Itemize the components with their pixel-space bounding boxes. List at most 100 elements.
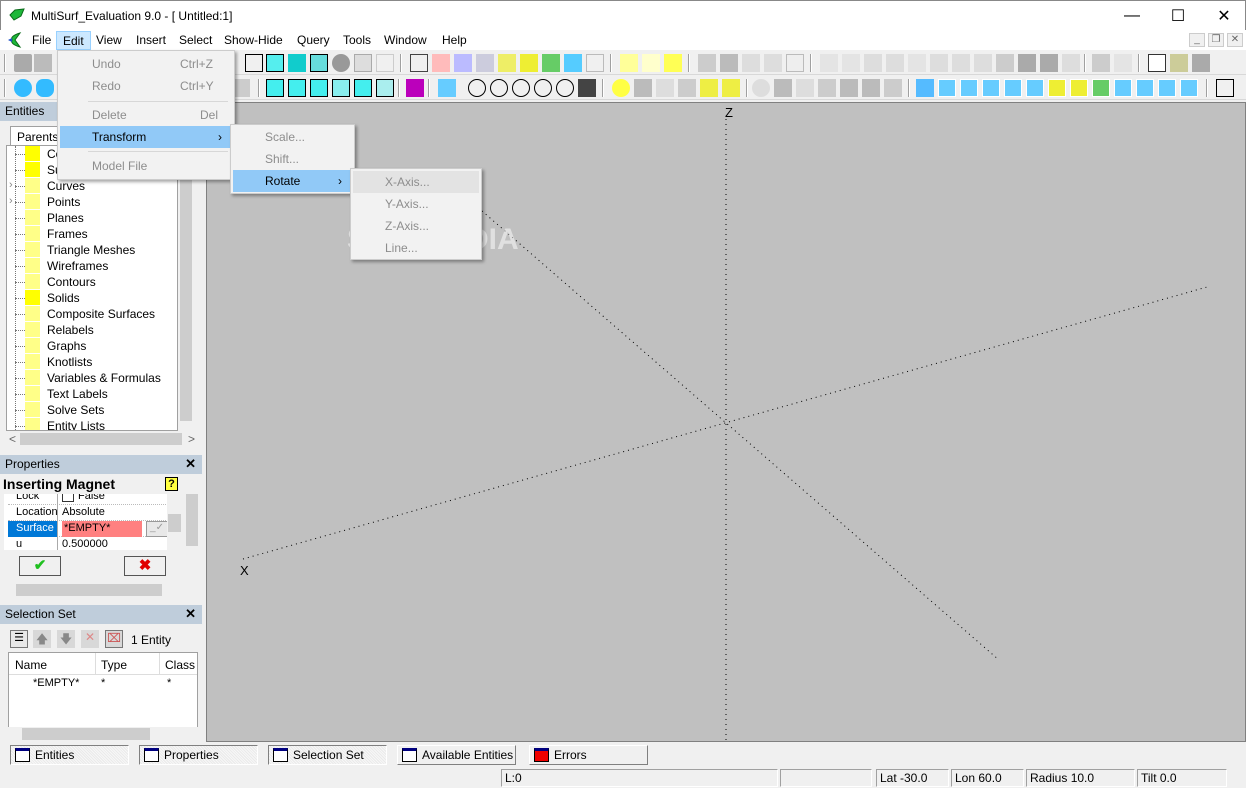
new-file-icon[interactable] <box>1148 54 1166 72</box>
tool-arrow-icon[interactable] <box>1114 54 1132 72</box>
menu-query[interactable]: Query <box>291 31 336 50</box>
tab-parents[interactable]: Parents <box>10 126 62 145</box>
menu-item-transform[interactable]: Transform › <box>60 126 232 148</box>
open-folder-icon[interactable] <box>1170 54 1188 72</box>
filter-surface2-icon[interactable] <box>1004 79 1022 97</box>
surface-value[interactable]: *EMPTY* <box>62 521 142 537</box>
mesh-tool-icon[interactable] <box>520 54 538 72</box>
composite-tool-icon[interactable] <box>498 54 516 72</box>
view-top-icon[interactable] <box>36 79 54 97</box>
remove-icon[interactable]: ✕ <box>81 630 99 648</box>
tree-hscroll[interactable]: < > <box>6 431 198 447</box>
contour-view-icon[interactable] <box>354 54 372 72</box>
select-label-icon[interactable] <box>786 54 804 72</box>
property-grid-vscroll[interactable] <box>167 494 182 550</box>
light-on-icon[interactable] <box>612 79 630 97</box>
tab-selection-set[interactable]: Selection Set <box>268 745 387 765</box>
tool-surface5-icon[interactable] <box>974 54 992 72</box>
transparent-box-icon[interactable] <box>310 54 328 72</box>
bulb-bar-icon[interactable] <box>774 79 792 97</box>
menu-item-shift[interactable]: Shift... <box>233 148 352 170</box>
measure-icon[interactable] <box>14 54 32 72</box>
zoom-out-icon[interactable] <box>534 79 552 97</box>
properties-hscroll[interactable] <box>2 582 182 598</box>
dimension-icon[interactable] <box>34 54 52 72</box>
snap-grid-icon[interactable] <box>620 54 638 72</box>
bulb-x-icon[interactable] <box>796 79 814 97</box>
pick-button[interactable]: _✓ <box>146 521 168 537</box>
tool-curve2-icon[interactable] <box>908 54 926 72</box>
grid-icon[interactable] <box>410 54 428 72</box>
mdi-document-icon[interactable] <box>6 32 26 48</box>
menu-item-z-axis[interactable]: Z-Axis... <box>353 215 479 237</box>
menu-item-redo[interactable]: Redo Ctrl+Y <box>60 75 232 97</box>
filter-solid-icon[interactable] <box>1026 79 1044 97</box>
select-mesh-icon[interactable] <box>698 54 716 72</box>
home-view-icon[interactable] <box>406 79 424 97</box>
menu-item-delete[interactable]: Delete Del <box>60 104 232 126</box>
bulb-surface-icon[interactable] <box>818 79 836 97</box>
table-row[interactable]: *EMPTY* * * <box>9 677 197 693</box>
tab-available-entities[interactable]: Available Entities <box>397 745 516 765</box>
mdi-close-button[interactable]: ✕ <box>1227 33 1243 47</box>
menu-item-x-axis[interactable]: X-Axis... <box>353 171 479 193</box>
tool-solid-icon[interactable] <box>1040 54 1058 72</box>
snap-cross-icon[interactable] <box>664 54 682 72</box>
menu-file[interactable]: File <box>26 31 57 50</box>
filter-curve-icon[interactable] <box>960 79 978 97</box>
menu-view[interactable]: View <box>90 31 128 50</box>
select-list-icon[interactable] <box>742 54 760 72</box>
surface-tool-icon[interactable] <box>476 54 494 72</box>
column-name[interactable]: Name <box>15 658 47 672</box>
tab-entities[interactable]: Entities <box>10 745 129 765</box>
minimize-button[interactable]: — <box>1109 1 1155 31</box>
ok-button[interactable]: ✔ <box>19 556 61 576</box>
menu-help[interactable]: Help <box>436 31 473 50</box>
cancel-button[interactable]: ✖ <box>124 556 166 576</box>
light-surface-icon[interactable] <box>678 79 696 97</box>
filter-dots-icon[interactable] <box>1180 79 1198 97</box>
close-icon[interactable]: ✕ <box>185 606 196 622</box>
tool-surface2-icon[interactable] <box>886 54 904 72</box>
curve-tool-icon[interactable] <box>454 54 472 72</box>
light-list2-icon[interactable] <box>722 79 740 97</box>
tool-surface4-icon[interactable] <box>952 54 970 72</box>
scroll-right-icon[interactable]: > <box>188 432 195 446</box>
wireframe-box-icon[interactable] <box>245 54 263 72</box>
filter-point-icon[interactable] <box>938 79 956 97</box>
tab-properties[interactable]: Properties <box>139 745 258 765</box>
menu-item-y-axis[interactable]: Y-Axis... <box>353 193 479 215</box>
sort-list-icon[interactable]: ☰ <box>10 630 28 648</box>
tab-errors[interactable]: Errors <box>529 745 648 765</box>
snap-dots-icon[interactable] <box>642 54 660 72</box>
cube-view-3-icon[interactable] <box>310 79 328 97</box>
tool-x-icon[interactable] <box>820 54 838 72</box>
light-bar-icon[interactable] <box>634 79 652 97</box>
tool-square-icon[interactable] <box>1018 54 1036 72</box>
scroll-left-icon[interactable]: < <box>9 432 16 446</box>
filter-fraction-icon[interactable] <box>916 79 934 97</box>
close-button[interactable]: ✕ <box>1201 1 1246 31</box>
bulb-list3-icon[interactable] <box>884 79 902 97</box>
menu-edit[interactable]: Edit <box>56 31 91 50</box>
bulb-list-icon[interactable] <box>840 79 858 97</box>
render-icon[interactable] <box>332 54 350 72</box>
zoom-window-icon[interactable] <box>512 79 530 97</box>
rotate-view-icon[interactable] <box>556 79 574 97</box>
frame-tool-icon[interactable] <box>586 54 604 72</box>
shaded-solid-icon[interactable] <box>288 54 306 72</box>
menu-show-hide[interactable]: Show-Hide <box>218 31 289 50</box>
tool-surface-icon[interactable] <box>864 54 882 72</box>
menu-item-rotate[interactable]: Rotate › <box>233 170 352 192</box>
select-list2-icon[interactable] <box>764 54 782 72</box>
view-front-icon[interactable] <box>14 79 32 97</box>
pan-view-icon[interactable] <box>578 79 596 97</box>
cube-view-5-icon[interactable] <box>354 79 372 97</box>
flashlight-icon[interactable] <box>438 79 456 97</box>
properties-vscroll[interactable] <box>184 476 200 582</box>
menu-item-scale[interactable]: Scale... <box>233 126 352 148</box>
tool-mesh-icon[interactable] <box>996 54 1014 72</box>
tool-contour-icon[interactable] <box>1062 54 1080 72</box>
trim-tool-icon[interactable] <box>542 54 560 72</box>
cube-view-1-icon[interactable] <box>266 79 284 97</box>
